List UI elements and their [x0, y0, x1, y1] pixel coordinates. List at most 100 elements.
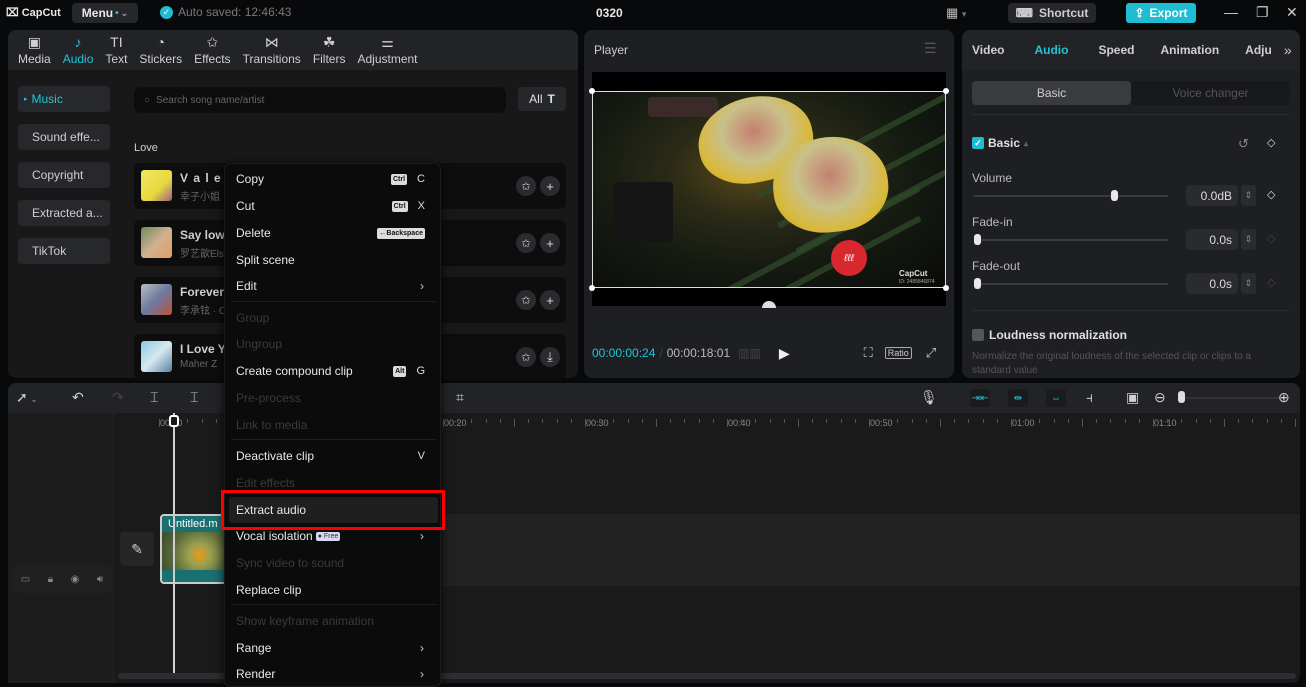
menu-item-replace-clip[interactable]: Replace clip [225, 577, 442, 603]
main-track-magnet-icon[interactable]: ⇥⇤ [970, 389, 990, 407]
volume-keyframe-icon[interactable]: ◇ [1267, 188, 1275, 201]
playhead-handle[interactable] [169, 415, 179, 427]
tab-filters[interactable]: ☘ Filters [307, 30, 352, 70]
tab-audio[interactable]: ♪ Audio [57, 30, 100, 70]
fade-in-input[interactable]: 0.0s [1186, 229, 1238, 250]
cover-icon[interactable]: ▭ [21, 574, 30, 585]
resize-handle[interactable] [943, 285, 949, 291]
sidebar-item-music[interactable]: ▸ Music [18, 86, 110, 112]
sidebar-item-sound-effects[interactable]: Sound effe... [18, 124, 110, 150]
fade-out-slider-knob[interactable] [974, 278, 981, 289]
tab-transitions[interactable]: ⋈ Transitions [237, 30, 307, 70]
menu-item-edit[interactable]: Edit › [225, 273, 442, 299]
edit-cover-button[interactable]: ✎ [120, 532, 154, 566]
add-icon[interactable]: + [540, 233, 560, 253]
add-icon[interactable]: + [540, 290, 560, 310]
volume-stepper[interactable]: ⇕ [1241, 185, 1256, 206]
zoom-out-icon[interactable]: ⊖ [1154, 389, 1166, 406]
checkbox-checked-icon[interactable]: ✓ [972, 137, 984, 149]
fade-out-stepper[interactable]: ⇕ [1241, 273, 1256, 294]
video-clip[interactable]: Untitled.m [160, 514, 228, 584]
rotate-handle[interactable] [762, 301, 776, 308]
tab-text[interactable]: TI Text [99, 30, 133, 70]
close-icon[interactable]: ✕ [1286, 4, 1298, 21]
fade-out-slider[interactable] [974, 283, 1168, 285]
zoom-slider-knob[interactable] [1178, 391, 1185, 403]
shortcut-button[interactable]: ⌨ Shortcut [1008, 3, 1096, 23]
microphone-icon[interactable]: 🎙︎ [920, 389, 938, 406]
video-preview[interactable]: ℓℓℓ CapCut ID: 2485846874 [589, 72, 949, 308]
zoom-preview-icon[interactable]: ⛶ [864, 345, 873, 361]
restore-icon[interactable]: ❐ [1256, 4, 1269, 21]
export-button[interactable]: ⇪ Export [1126, 3, 1196, 23]
fade-out-input[interactable]: 0.0s [1186, 273, 1238, 294]
volume-slider-knob[interactable] [1110, 190, 1118, 201]
video-track[interactable] [442, 514, 1300, 586]
menu-item-delete[interactable]: Delete ←Backspace [225, 220, 442, 246]
zoom-slider[interactable] [1180, 397, 1284, 399]
more-tabs-icon[interactable]: » [1284, 42, 1292, 58]
menu-item-cut[interactable]: Cut Ctrl X [225, 193, 442, 219]
menu-button[interactable]: Menu • ⌄ [72, 3, 138, 23]
tab-speed[interactable]: Speed [1080, 43, 1146, 57]
split-left-icon[interactable]: ⌶ [150, 389, 158, 406]
auto-snap-icon[interactable]: ⇹ [1008, 389, 1028, 407]
fade-in-slider[interactable] [974, 239, 1168, 241]
playhead[interactable] [173, 413, 175, 673]
crop-icon[interactable]: ⌗ [456, 389, 464, 406]
menu-item-range[interactable]: Range › [225, 635, 442, 661]
tab-adjustment-properties[interactable]: Adju [1231, 43, 1284, 57]
favorite-icon[interactable]: ✩ [516, 176, 536, 196]
preview-axis-icon[interactable]: ▣ [1126, 389, 1139, 406]
lock-icon[interactable]: 🔒︎ [48, 574, 53, 585]
ratio-button[interactable]: Ratio [884, 347, 912, 359]
volume-input[interactable]: 0.0dB [1186, 185, 1238, 206]
sidebar-item-extracted-audio[interactable]: Extracted a... [18, 200, 110, 226]
fade-in-stepper[interactable]: ⇕ [1241, 229, 1256, 250]
minimize-icon[interactable]: — [1224, 4, 1238, 20]
menu-item-deactivate-clip[interactable]: Deactivate clip V [225, 443, 442, 469]
select-tool-icon[interactable]: ➚ ⌄ [16, 389, 38, 406]
split-right-icon[interactable]: ⌶ [190, 389, 198, 406]
favorite-icon[interactable]: ✩ [516, 347, 536, 367]
menu-item-create-compound-clip[interactable]: Create compound clip Alt G [225, 358, 442, 384]
sidebar-item-tiktok[interactable]: TikTok [18, 238, 110, 264]
basic-section-header[interactable]: ✓ Basic ▴ [972, 136, 1028, 150]
filter-button[interactable]: All T [518, 87, 566, 111]
play-icon[interactable]: ▶ [779, 345, 790, 362]
eye-icon[interactable]: ◉ [71, 574, 80, 585]
subtab-voice-changer[interactable]: Voice changer [1131, 81, 1290, 105]
fullscreen-icon[interactable]: ⤢ [926, 345, 936, 361]
resize-handle[interactable] [589, 285, 595, 291]
zoom-in-icon[interactable]: ⊕ [1278, 389, 1290, 406]
subtab-basic[interactable]: Basic [972, 81, 1131, 105]
tab-video[interactable]: Video [962, 43, 1016, 57]
tab-audio-properties[interactable]: Audio [1016, 43, 1080, 57]
mute-icon[interactable]: 🔊︎ [97, 574, 103, 585]
hamburger-menu-icon[interactable]: ☰ [924, 40, 937, 57]
layout-icon[interactable]: ▦ ▾ [946, 5, 966, 21]
resize-handle[interactable] [943, 88, 949, 94]
loudness-header[interactable]: Loudness normalization [972, 328, 1127, 342]
add-icon[interactable]: + [540, 176, 560, 196]
sidebar-item-copyright[interactable]: Copyright [18, 162, 110, 188]
undo-icon[interactable]: ↶ [72, 389, 84, 406]
volume-slider[interactable] [974, 195, 1168, 197]
tab-stickers[interactable]: ◔ Stickers [133, 30, 188, 70]
tab-effects[interactable]: ✩ Effects [188, 30, 236, 70]
download-icon[interactable]: ⤓ [540, 347, 560, 367]
split-preview-icon[interactable]: ⫞ [1086, 389, 1093, 406]
keyframe-icon[interactable]: ◇ [1267, 136, 1275, 149]
search-input[interactable]: ○ Search song name/artist [134, 87, 506, 113]
tab-animation[interactable]: Animation [1146, 43, 1231, 57]
tab-media[interactable]: ▣ Media [12, 30, 57, 70]
checkbox-unchecked-icon[interactable] [972, 329, 984, 341]
menu-item-render[interactable]: Render › [225, 661, 442, 687]
reset-icon[interactable]: ↺ [1238, 136, 1249, 152]
tab-adjustment[interactable]: ⚌ Adjustment [351, 30, 423, 70]
favorite-icon[interactable]: ✩ [516, 233, 536, 253]
linkage-icon[interactable]: ⇔ [1046, 389, 1066, 407]
resize-handle[interactable] [589, 88, 595, 94]
fade-in-slider-knob[interactable] [974, 234, 981, 245]
menu-item-split-scene[interactable]: Split scene [225, 247, 442, 273]
